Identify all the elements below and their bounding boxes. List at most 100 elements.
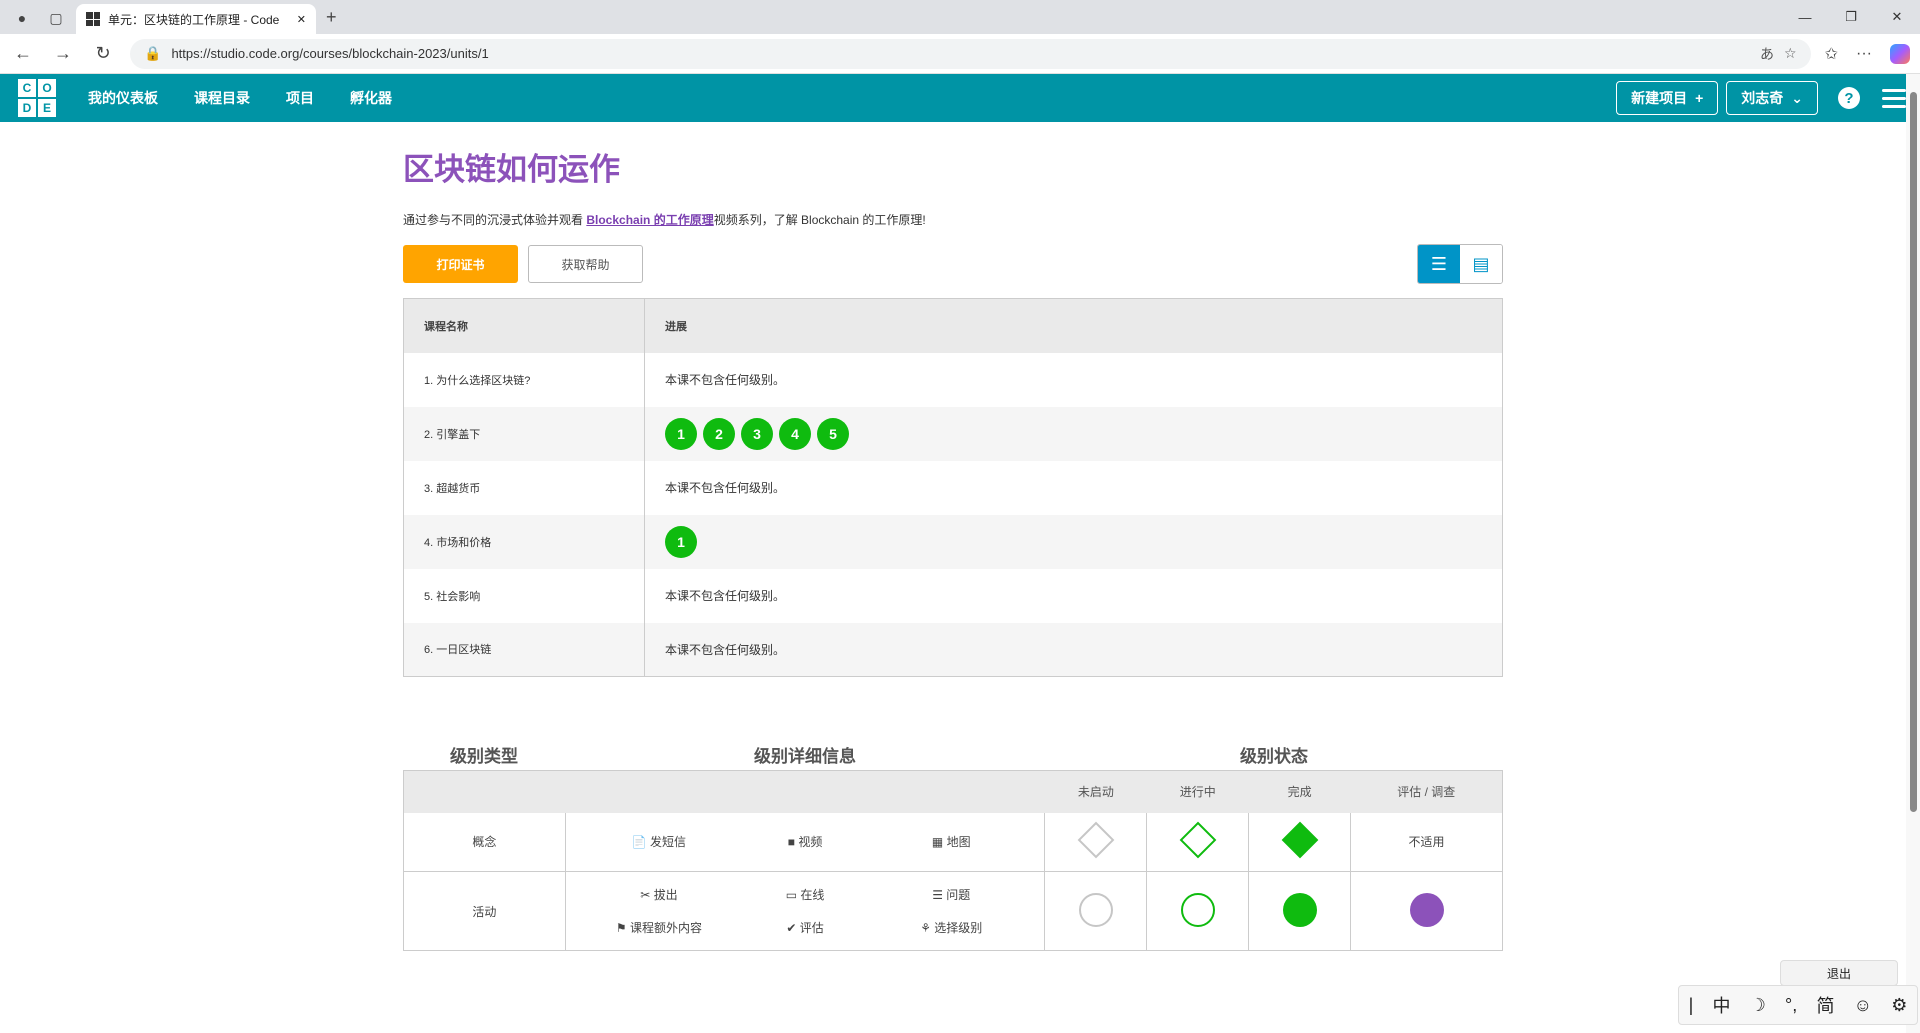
- lesson-progress-text: 本课不包含任何级别。: [644, 460, 1503, 515]
- lesson-name[interactable]: 1. 为什么选择区块链?: [403, 352, 645, 407]
- status-cell: [1248, 871, 1352, 951]
- logo-letter: O: [38, 79, 56, 97]
- help-icon[interactable]: ?: [1838, 87, 1860, 109]
- nav-projects[interactable]: 项目: [286, 88, 314, 108]
- status-assessment: 评估 / 调查: [1350, 770, 1503, 813]
- code-logo[interactable]: C O D E: [18, 79, 56, 117]
- scrollbar-thumb[interactable]: [1910, 92, 1917, 812]
- user-menu-button[interactable]: 刘志奇 ⌄: [1726, 81, 1818, 115]
- list-view-icon[interactable]: ☰: [1418, 245, 1460, 283]
- level-bubble[interactable]: 2: [703, 417, 735, 450]
- hamburger-menu-icon[interactable]: [1882, 88, 1906, 108]
- diamond-in-progress-icon: [1179, 821, 1217, 859]
- legend-head-details: 级别详细信息: [754, 746, 856, 766]
- close-window-button[interactable]: ✕: [1874, 0, 1920, 34]
- lesson-progress-text: 本课不包含任何级别。: [644, 622, 1503, 677]
- map-icon: ▦: [931, 835, 944, 850]
- print-certificate-button[interactable]: 打印证书: [403, 245, 518, 283]
- plus-icon: +: [1695, 90, 1704, 106]
- activity-item: ✔ 评估: [732, 919, 878, 936]
- logo-letter: C: [18, 79, 36, 97]
- reload-icon[interactable]: ↻: [90, 43, 116, 64]
- legend-row-activity: 活动 ✂ 拔出 ▭ 在线 ☰ 问题 ⚑ 课程额外内容 ✔ 评估 ⚘ 选择级别: [403, 871, 1503, 951]
- site-info-icon[interactable]: 🔒: [144, 45, 161, 62]
- ime-simplified[interactable]: 简: [1816, 992, 1834, 1018]
- new-tab-button[interactable]: +: [326, 7, 337, 34]
- activity-item: ⚘ 选择级别: [878, 919, 1024, 936]
- concept-item: ▦ 地图: [878, 833, 1024, 850]
- tab-actions-icon[interactable]: ▢: [46, 8, 66, 28]
- lesson-name[interactable]: 5. 社会影响: [403, 568, 645, 623]
- back-arrow-icon[interactable]: ←: [10, 43, 36, 64]
- emoji-icon[interactable]: ☺: [1854, 995, 1872, 1016]
- minimize-button[interactable]: —: [1782, 0, 1828, 34]
- copilot-icon[interactable]: [1890, 43, 1910, 64]
- ime-chinese-mode[interactable]: 中: [1712, 992, 1730, 1018]
- moon-icon[interactable]: ☽: [1750, 995, 1766, 1016]
- tab-close-icon[interactable]: ✕: [297, 13, 306, 26]
- activity-label: 评估: [799, 921, 824, 935]
- lesson-name[interactable]: 3. 超越货币: [403, 460, 645, 515]
- activity-item: ☰ 问题: [878, 886, 1024, 903]
- level-bubble[interactable]: 4: [779, 417, 811, 450]
- more-menu-icon[interactable]: ···: [1856, 45, 1872, 63]
- nav-catalog[interactable]: 课程目录: [194, 88, 250, 108]
- legend-table: 未启动 进行中 完成 评估 / 调查 概念 📄 发短信 ■ 视频 ▦ 地图 不适…: [403, 770, 1503, 951]
- table-row: 3. 超越货币 本课不包含任何级别。: [403, 460, 1503, 515]
- new-project-button[interactable]: 新建项目 +: [1616, 81, 1719, 115]
- action-row: 打印证书 获取帮助 ☰ ▤: [403, 244, 1503, 284]
- view-toggle: ☰ ▤: [1417, 244, 1503, 284]
- status-na: 不适用: [1408, 835, 1445, 850]
- lesson-name[interactable]: 2. 引擎盖下: [403, 406, 645, 461]
- settings-gear-icon[interactable]: ⚙: [1891, 995, 1907, 1016]
- circle-in-progress-icon: [1180, 892, 1215, 927]
- activity-label: 课程额外内容: [629, 921, 702, 935]
- favorite-star-icon[interactable]: ☆: [1784, 45, 1797, 62]
- logout-button[interactable]: 退出: [1780, 960, 1898, 986]
- read-aloud-icon[interactable]: あ: [1760, 44, 1774, 64]
- status-in-progress: 进行中: [1146, 770, 1249, 813]
- punctuation-icon[interactable]: °,: [1785, 995, 1797, 1016]
- nav-incubator[interactable]: 孵化器: [350, 88, 392, 108]
- page-description: 通过参与不同的沉浸式体验并观看 Blockchain 的工作原理视频系列，了解 …: [403, 211, 1503, 228]
- page-title: 区块链如何运作: [403, 152, 620, 187]
- site-header: C O D E 我的仪表板 课程目录 项目 孵化器 新建项目 + 刘志奇 ⌄ ?: [0, 74, 1920, 122]
- restore-button[interactable]: ❐: [1828, 0, 1874, 34]
- level-bubble[interactable]: 5: [817, 417, 849, 450]
- top-nav: 我的仪表板 课程目录 项目 孵化器: [88, 88, 392, 108]
- status-cell: [1248, 812, 1352, 872]
- get-help-button[interactable]: 获取帮助: [528, 245, 643, 283]
- lesson-name[interactable]: 4. 市场和价格: [403, 514, 645, 569]
- concept-items: 📄 发短信 ■ 视频 ▦ 地图: [565, 812, 1046, 872]
- header-right: 新建项目 + 刘志奇 ⌄ ?: [1616, 81, 1906, 115]
- legend-head-type: 级别类型: [450, 746, 518, 766]
- level-bubble[interactable]: 3: [741, 417, 773, 450]
- forward-arrow-icon[interactable]: →: [50, 43, 76, 64]
- level-bubble[interactable]: 1: [665, 525, 697, 558]
- circle-assessment-icon: [1409, 892, 1444, 927]
- lesson-name[interactable]: 6. 一日区块链: [403, 622, 645, 677]
- diamond-not-started-icon: [1077, 821, 1115, 859]
- level-legend: 级别类型 级别详细信息 级别状态 未启动 进行中 完成 评估 / 调查 概念 📄…: [403, 738, 1503, 951]
- address-bar[interactable]: 🔒 https://studio.code.org/courses/blockc…: [130, 38, 1811, 69]
- desktop-icon: ▭: [785, 888, 798, 902]
- activity-label: 选择级别: [934, 921, 983, 935]
- page-scrollbar[interactable]: [1906, 74, 1920, 1033]
- table-row: 4. 市场和价格 1: [403, 514, 1503, 569]
- favorites-icon[interactable]: ✩: [1825, 44, 1838, 64]
- detail-view-icon[interactable]: ▤: [1460, 245, 1502, 283]
- nav-dashboard[interactable]: 我的仪表板: [88, 88, 158, 108]
- concept-item: 📄 发短信: [586, 833, 732, 850]
- table-row: 5. 社会影响 本课不包含任何级别。: [403, 568, 1503, 623]
- video-series-link[interactable]: Blockchain 的工作原理: [586, 213, 713, 227]
- status-cell: [1146, 871, 1250, 951]
- main-content: 区块链如何运作 通过参与不同的沉浸式体验并观看 Blockchain 的工作原理…: [403, 144, 1503, 677]
- table-row: 2. 引擎盖下 12345: [403, 406, 1503, 461]
- scissors-icon: ✂: [640, 888, 651, 902]
- url-text[interactable]: https://studio.code.org/courses/blockcha…: [171, 46, 1750, 61]
- browser-tab-active[interactable]: 单元：区块链的工作原理 - Code ✕: [76, 4, 316, 34]
- logo-letter: D: [18, 99, 36, 117]
- level-bubble[interactable]: 1: [665, 417, 697, 450]
- profile-icon[interactable]: ●: [12, 8, 32, 28]
- circle-completed-icon: [1282, 892, 1317, 927]
